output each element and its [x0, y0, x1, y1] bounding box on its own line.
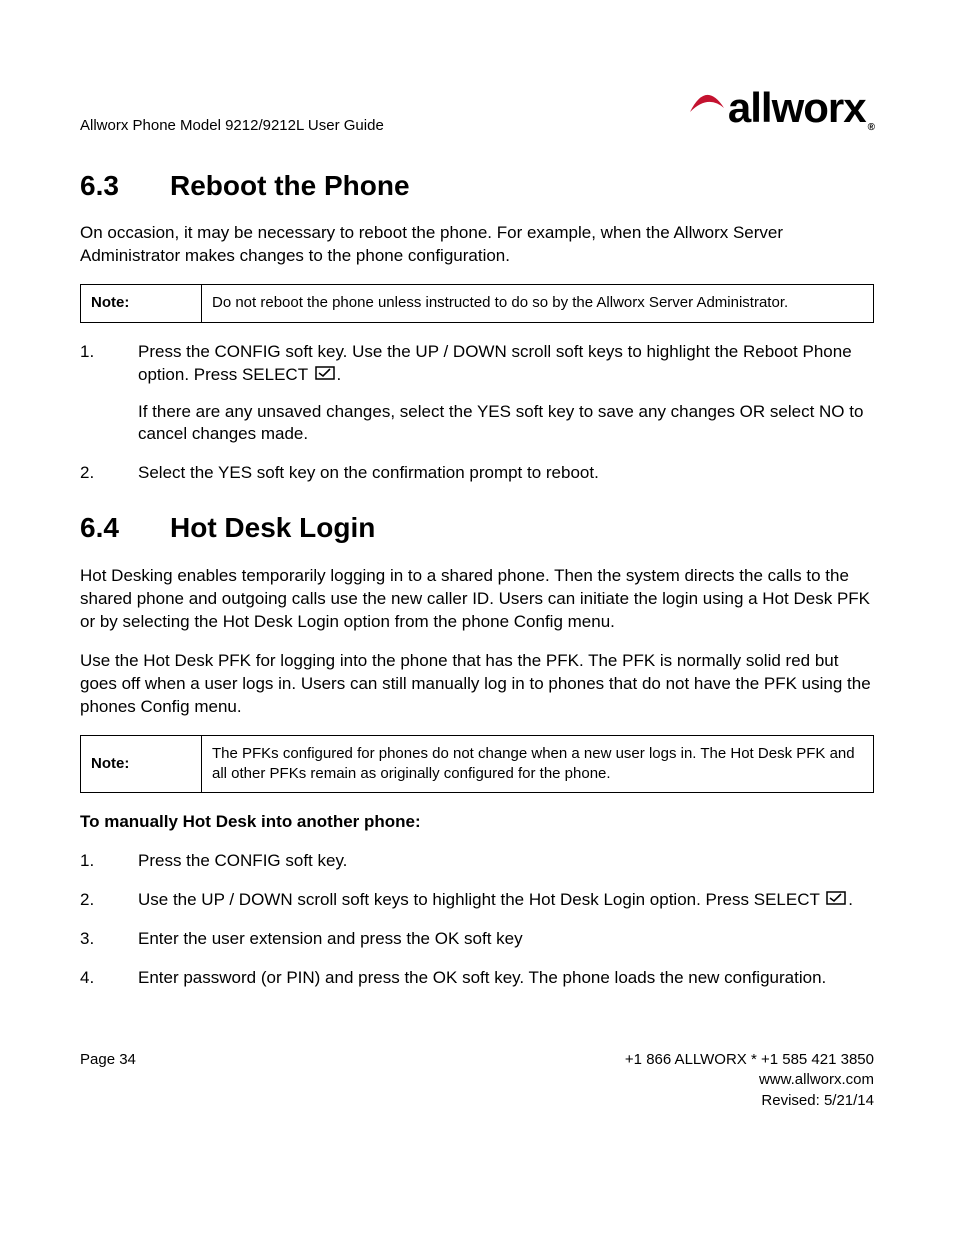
note-text: The PFKs configured for phones do not ch…: [202, 735, 874, 793]
note-box: Note: Do not reboot the phone unless ins…: [80, 284, 874, 322]
step-text: If there are any unsaved changes, select…: [138, 401, 874, 447]
page-header: Allworx Phone Model 9212/9212L User Guid…: [80, 80, 874, 137]
hotdesk-steps-list: Press the CONFIG soft key. Use the UP / …: [80, 850, 874, 990]
footer-url: www.allworx.com: [625, 1070, 874, 1090]
note-label: Note:: [81, 735, 202, 793]
list-item: Enter password (or PIN) and press the OK…: [80, 967, 874, 990]
footer-phone: +1 866 ALLWORX * +1 585 421 3850: [625, 1050, 874, 1070]
section-title: Hot Desk Login: [170, 509, 375, 547]
step-text: Enter password (or PIN) and press the OK…: [138, 967, 874, 990]
list-item: Use the UP / DOWN scroll soft keys to hi…: [80, 889, 874, 912]
section-title: Reboot the Phone: [170, 167, 410, 205]
note-box: Note: The PFKs configured for phones do …: [80, 735, 874, 794]
step-text: Enter the user extension and press the O…: [138, 928, 874, 951]
step-text: Press the CONFIG soft key. Use the UP / …: [138, 341, 874, 387]
select-checkbox-icon: [826, 889, 846, 912]
section-heading-6-3: 6.3 Reboot the Phone: [80, 167, 874, 205]
page-number: Page 34: [80, 1050, 136, 1111]
step-text: Select the YES soft key on the confirmat…: [138, 462, 874, 485]
page-footer: Page 34 +1 866 ALLWORX * +1 585 421 3850…: [80, 1050, 874, 1111]
section-intro-text: On occasion, it may be necessary to rebo…: [80, 222, 874, 268]
body-text: Use the Hot Desk PFK for logging into th…: [80, 650, 874, 719]
logo-swoosh-icon: [688, 74, 726, 131]
list-item: Press the CONFIG soft key. Use the UP / …: [80, 341, 874, 447]
doc-title: Allworx Phone Model 9212/9212L User Guid…: [80, 116, 384, 136]
subsection-heading: To manually Hot Desk into another phone:: [80, 811, 874, 834]
list-item: Enter the user extension and press the O…: [80, 928, 874, 951]
note-text: Do not reboot the phone unless instructe…: [202, 285, 874, 322]
list-item: Select the YES soft key on the confirmat…: [80, 462, 874, 485]
allworx-logo: allworx ®: [688, 80, 874, 137]
select-checkbox-icon: [315, 364, 335, 387]
footer-revised: Revised: 5/21/14: [625, 1091, 874, 1111]
logo-registered: ®: [868, 121, 874, 135]
list-item: Press the CONFIG soft key.: [80, 850, 874, 873]
section-number: 6.4: [80, 509, 170, 547]
step-text: Press the CONFIG soft key.: [138, 850, 874, 873]
reboot-steps-list: Press the CONFIG soft key. Use the UP / …: [80, 341, 874, 486]
step-text: Use the UP / DOWN scroll soft keys to hi…: [138, 889, 874, 912]
logo-text: allworx: [728, 80, 866, 137]
section-number: 6.3: [80, 167, 170, 205]
section-heading-6-4: 6.4 Hot Desk Login: [80, 509, 874, 547]
note-label: Note:: [81, 285, 202, 322]
body-text: Hot Desking enables temporarily logging …: [80, 565, 874, 634]
